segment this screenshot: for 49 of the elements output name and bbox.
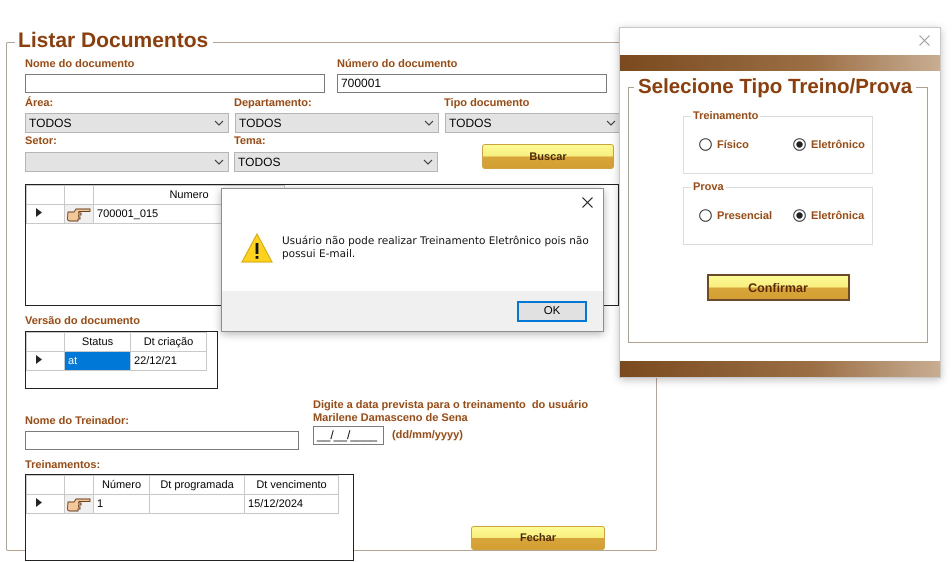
- section-label: Treinamentos:: [25, 459, 102, 472]
- table-cell[interactable]: 22/12/21: [130, 352, 206, 370]
- dropdown[interactable]: TODOS: [445, 113, 621, 133]
- column-header[interactable]: Dt vencimento: [244, 476, 338, 494]
- chevron-down-icon: [214, 159, 224, 165]
- field-label: Tipo documento: [444, 97, 530, 110]
- search-button[interactable]: Buscar: [482, 144, 614, 169]
- table-cell: 15/12/2024: [244, 494, 338, 514]
- chevron-down-icon: [424, 120, 434, 126]
- table-cell[interactable]: at: [64, 352, 130, 370]
- close-icon[interactable]: [582, 197, 593, 208]
- radio-button[interactable]: [699, 138, 712, 151]
- pointing-hand-icon[interactable]: [66, 206, 92, 222]
- pointing-hand-icon[interactable]: [66, 496, 92, 512]
- input-field[interactable]: [25, 431, 299, 450]
- column-header[interactable]: Dt criação: [130, 332, 206, 352]
- option-label[interactable]: Eletrônica: [811, 210, 864, 222]
- date-format-hint: (dd/mm/yyyy): [392, 429, 463, 442]
- date-prompt: Digite a data prevista para o treinamento do usuário Marilene Damasceno de Sena: [313, 399, 588, 425]
- chevron-down-icon: [606, 120, 616, 126]
- chevron-down-icon: [423, 159, 433, 165]
- option-label[interactable]: Físico: [717, 138, 749, 150]
- radio-button[interactable]: [699, 209, 712, 222]
- ok-button[interactable]: OK: [517, 300, 587, 322]
- warning-icon: [241, 233, 273, 263]
- field-label: Número do documento: [337, 58, 458, 71]
- column-header[interactable]: Número: [94, 476, 150, 494]
- close-button[interactable]: Fechar: [471, 526, 605, 550]
- chevron-down-icon: [214, 120, 224, 126]
- input-field[interactable]: 700001: [337, 74, 607, 93]
- field-label: Área:: [25, 97, 54, 110]
- field-label: Nome do Treinador:: [25, 415, 129, 428]
- date-field[interactable]: __/__/____: [313, 426, 384, 445]
- field-label: Setor:: [25, 135, 57, 148]
- option-label[interactable]: Presencial: [717, 210, 772, 222]
- dropdown[interactable]: TODOS: [234, 152, 438, 172]
- message-text: Usuário não pode realizar Treinamento Eletrônico pois não possui E-mail.: [282, 235, 589, 261]
- input-field[interactable]: [25, 74, 325, 93]
- radio-button[interactable]: [793, 209, 806, 222]
- radio-button[interactable]: [793, 138, 806, 151]
- option-label[interactable]: Eletrônico: [811, 138, 865, 150]
- field-label: Tema:: [234, 135, 266, 148]
- table-cell: 1: [94, 494, 150, 514]
- section-label: Versão do documento: [25, 315, 141, 328]
- dropdown[interactable]: TODOS: [25, 113, 229, 133]
- field-label: Nome do documento: [25, 58, 136, 71]
- column-header[interactable]: Dt programada: [150, 476, 244, 494]
- dropdown[interactable]: TODOS: [235, 113, 439, 133]
- field-label: Departamento:: [234, 97, 313, 110]
